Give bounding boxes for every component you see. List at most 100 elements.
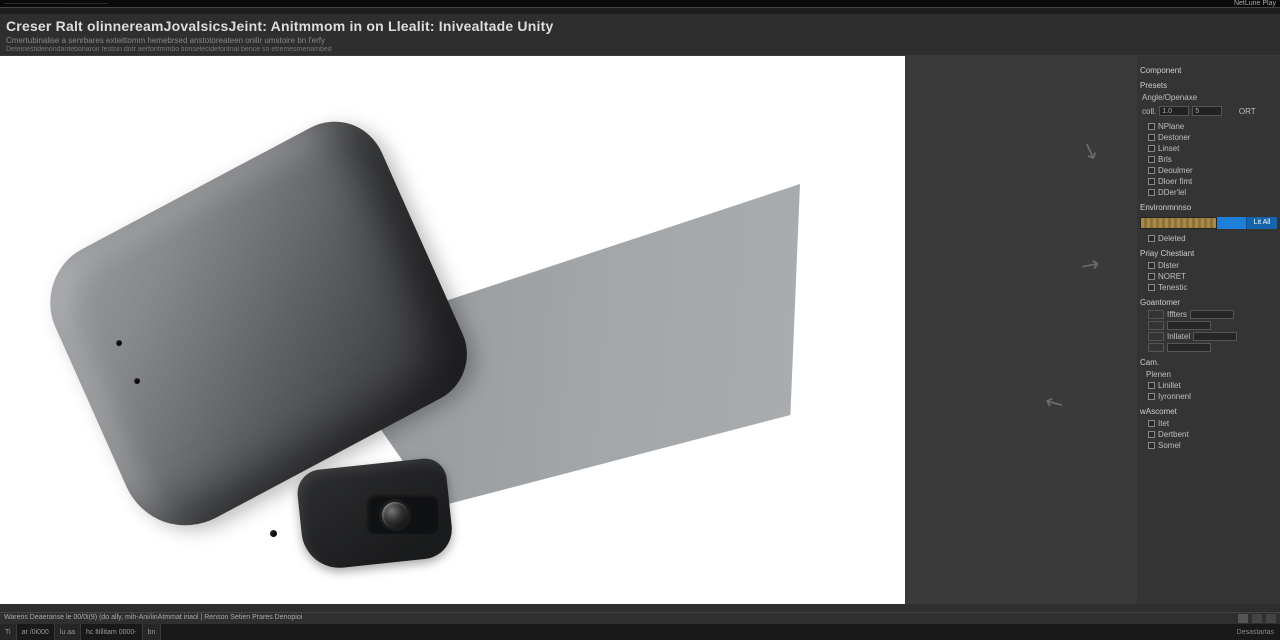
arrow-icon: ↘ bbox=[1077, 136, 1103, 167]
value-field[interactable] bbox=[1167, 343, 1211, 352]
flag-row: Deleted bbox=[1140, 234, 1277, 243]
color-swatch[interactable] bbox=[1148, 343, 1164, 352]
flag-row: Dlster bbox=[1140, 261, 1277, 270]
grid-icon[interactable] bbox=[1252, 614, 1262, 623]
checkbox[interactable] bbox=[1148, 420, 1155, 427]
angle-mode-button[interactable]: ORT bbox=[1225, 107, 1269, 116]
lens-icon bbox=[382, 502, 408, 528]
cam-sub: Plenen bbox=[1140, 370, 1277, 379]
geo-label: Iffters bbox=[1167, 310, 1187, 319]
section-cam: Cam. bbox=[1140, 358, 1277, 367]
status-right: Desastartas bbox=[1231, 629, 1280, 636]
section-geometry: Goantomer bbox=[1140, 298, 1277, 307]
checkbox[interactable] bbox=[1148, 382, 1155, 389]
geo-row bbox=[1140, 321, 1277, 330]
flag-row: DDer'lel bbox=[1140, 188, 1277, 197]
flag-label: Dloer fimt bbox=[1158, 177, 1192, 186]
checkbox[interactable] bbox=[1148, 123, 1155, 130]
geo-row: Iffters bbox=[1140, 310, 1277, 319]
geo-row bbox=[1140, 343, 1277, 352]
status-seg[interactable]: Ti bbox=[0, 624, 17, 640]
flag-label: Iyronnenl bbox=[1158, 392, 1191, 401]
flag-label: DDer'lel bbox=[1158, 188, 1186, 197]
angle-input-a[interactable]: 1.0 bbox=[1159, 106, 1189, 116]
checkbox[interactable] bbox=[1148, 156, 1155, 163]
panel-icon[interactable] bbox=[1266, 614, 1276, 623]
geo-row: Inllatel bbox=[1140, 332, 1277, 341]
material-select[interactable]: Lit All bbox=[1140, 217, 1277, 229]
section-presets[interactable]: Presets bbox=[1140, 81, 1277, 90]
status-icons bbox=[1236, 614, 1276, 623]
flag-label: NORET bbox=[1158, 272, 1186, 281]
angle-fields: coll. 1.0 5 ORT bbox=[1140, 106, 1277, 116]
main-area: ↘ ↗ ↖ Component Presets Angle/Openaxe co… bbox=[0, 56, 1280, 604]
status-line-2: Ti ar /0i000 lu aa hc ltillitam 0000- bn… bbox=[0, 624, 1280, 640]
flag-label: Itet bbox=[1158, 419, 1169, 428]
page-subtitle: Cmertubinalise a senrbares exteittomm he… bbox=[6, 36, 1274, 45]
checkbox[interactable] bbox=[1148, 178, 1155, 185]
flag-label: Linillet bbox=[1158, 381, 1181, 390]
flag-label: Deleted bbox=[1158, 234, 1186, 243]
page-description: Deteinestidenondantebonaroir testsin dot… bbox=[6, 46, 1274, 53]
titlebar-right[interactable]: NetLune Play bbox=[1234, 0, 1276, 8]
angle-label: coll. bbox=[1142, 107, 1156, 116]
viewport-3d[interactable] bbox=[0, 56, 905, 604]
flag-label: Deoulmer bbox=[1158, 166, 1193, 175]
flag-label: Brls bbox=[1158, 155, 1172, 164]
checkbox[interactable] bbox=[1148, 167, 1155, 174]
checkbox[interactable] bbox=[1148, 442, 1155, 449]
checkbox[interactable] bbox=[1148, 284, 1155, 291]
section-angle: Angle/Openaxe bbox=[1140, 93, 1277, 102]
screw-icon bbox=[116, 340, 122, 346]
flag-row: Itet bbox=[1140, 419, 1277, 428]
checkbox[interactable] bbox=[1148, 189, 1155, 196]
preview-panel: ↘ ↗ ↖ bbox=[905, 56, 1137, 604]
flag-row: Iyronnenl bbox=[1140, 392, 1277, 401]
checkbox[interactable] bbox=[1148, 393, 1155, 400]
color-swatch[interactable] bbox=[1148, 332, 1164, 341]
flag-row: Linset bbox=[1140, 144, 1277, 153]
status-area: Warens Deaeranse le 00/0i(9) (do ally, m… bbox=[0, 612, 1280, 640]
flag-row: Somel bbox=[1140, 441, 1277, 450]
flag-label: NPlane bbox=[1158, 122, 1184, 131]
section-advanced: wAscomet bbox=[1140, 407, 1277, 416]
material-swatch-icon bbox=[1140, 217, 1217, 229]
flag-row: Brls bbox=[1140, 155, 1277, 164]
flag-row: Dertbent bbox=[1140, 430, 1277, 439]
material-active-icon bbox=[1217, 217, 1247, 229]
screw-icon bbox=[134, 378, 140, 384]
color-swatch[interactable] bbox=[1148, 310, 1164, 319]
checkbox[interactable] bbox=[1148, 235, 1155, 242]
plus-icon[interactable] bbox=[1238, 614, 1248, 623]
status-seg[interactable]: ar /0i000 bbox=[17, 624, 55, 640]
flag-row: Linillet bbox=[1140, 381, 1277, 390]
flag-label: Somel bbox=[1158, 441, 1181, 450]
section-primary: Priay Chestiant bbox=[1140, 249, 1277, 258]
status-seg[interactable]: lu aa bbox=[55, 624, 81, 640]
flag-label: Tenestic bbox=[1158, 283, 1187, 292]
inspector-panel: Component Presets Angle/Openaxe coll. 1.… bbox=[1137, 56, 1280, 604]
status-seg[interactable]: hc ltillitam 0000- bbox=[81, 624, 143, 640]
flag-row: Destoner bbox=[1140, 133, 1277, 142]
flag-label: Dlster bbox=[1158, 261, 1179, 270]
flag-label: Destoner bbox=[1158, 133, 1190, 142]
checkbox[interactable] bbox=[1148, 431, 1155, 438]
flag-row: NPlane bbox=[1140, 122, 1277, 131]
angle-input-b[interactable]: 5 bbox=[1192, 106, 1222, 116]
geo-label: Inllatel bbox=[1167, 332, 1190, 341]
value-field[interactable] bbox=[1193, 332, 1237, 341]
flag-label: Linset bbox=[1158, 144, 1179, 153]
color-swatch[interactable] bbox=[1148, 321, 1164, 330]
value-field[interactable] bbox=[1167, 321, 1211, 330]
header: Creser Ralt olinnereamJovalsicsJeint: An… bbox=[0, 14, 1280, 56]
checkbox[interactable] bbox=[1148, 273, 1155, 280]
titlebar: ········································… bbox=[0, 0, 1280, 8]
checkbox[interactable] bbox=[1148, 145, 1155, 152]
material-tag[interactable]: Lit All bbox=[1247, 217, 1277, 229]
value-field[interactable] bbox=[1190, 310, 1234, 319]
checkbox[interactable] bbox=[1148, 134, 1155, 141]
flag-row: Deoulmer bbox=[1140, 166, 1277, 175]
status-seg[interactable]: bn bbox=[143, 624, 162, 640]
status-line-1: Warens Deaeranse le 00/0i(9) (do ally, m… bbox=[0, 612, 1280, 624]
checkbox[interactable] bbox=[1148, 262, 1155, 269]
